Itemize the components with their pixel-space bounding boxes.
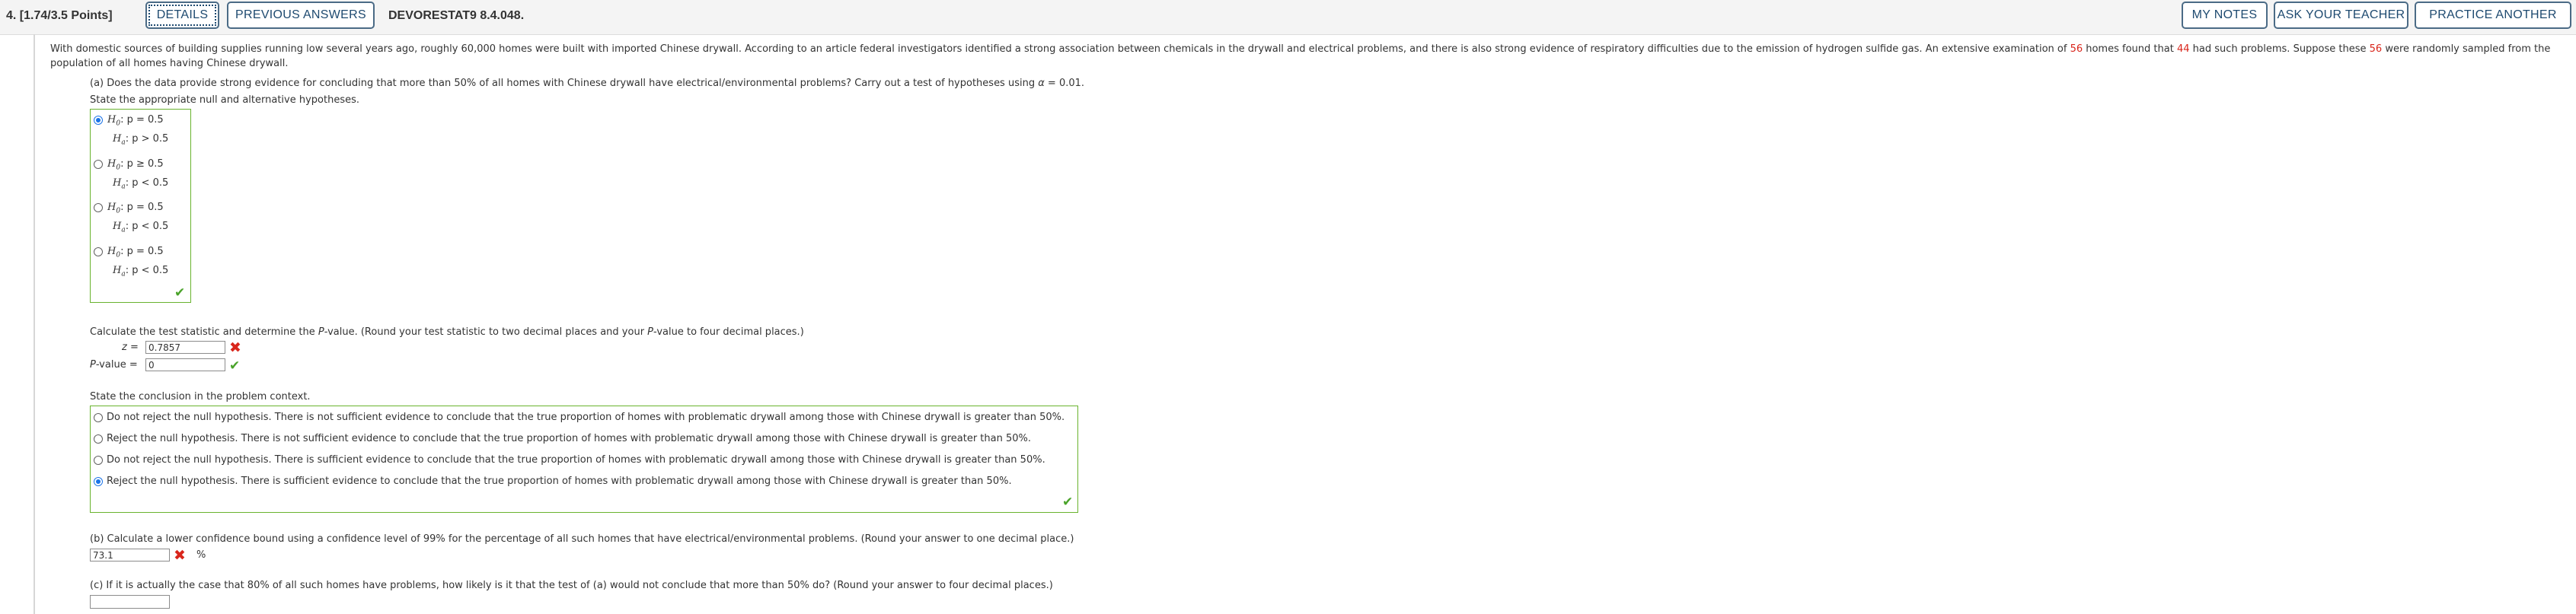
hypothesis-option-2-h0: H0: p ≥ 0.5 bbox=[107, 158, 164, 172]
hypothesis-option-1-ha: Ha: p > 0.5 bbox=[113, 133, 169, 147]
z-incorrect-icon: ✖ bbox=[229, 339, 241, 356]
z-statistic-input[interactable] bbox=[145, 341, 225, 354]
z-label: z = bbox=[122, 342, 139, 353]
hypothesis-option-1-radio[interactable] bbox=[94, 116, 103, 125]
calc-prompt: Calculate the test statistic and determi… bbox=[90, 326, 804, 338]
p-value-input[interactable] bbox=[145, 358, 225, 371]
conclusion-correct-icon: ✔ bbox=[1062, 495, 1074, 510]
details-button[interactable]: DETAILS bbox=[145, 2, 219, 29]
hypothesis-option-2-ha: Ha: p < 0.5 bbox=[113, 177, 169, 191]
p-value-correct-icon: ✔ bbox=[229, 358, 241, 374]
my-notes-button[interactable]: MY NOTES bbox=[2182, 2, 2268, 29]
hypothesis-option-3-radio[interactable] bbox=[94, 203, 103, 212]
conclusion-option-4-radio[interactable] bbox=[94, 477, 103, 486]
state-hypotheses-prompt: State the appropriate null and alternati… bbox=[90, 94, 359, 106]
intro-text-line2: population of all homes having Chinese d… bbox=[50, 58, 289, 69]
conclusion-option-3-text: Do not reject the null hypothesis. There… bbox=[107, 454, 1045, 466]
intro-text: With domestic sources of building suppli… bbox=[50, 43, 2551, 55]
question-header: 4. [1.74/3.5 Points] DETAILS PREVIOUS AN… bbox=[0, 0, 2576, 35]
part-b-input[interactable] bbox=[90, 549, 170, 562]
part-b-question: (b) Calculate a lower confidence bound u… bbox=[90, 533, 1074, 545]
p-value-label: P-value = bbox=[90, 359, 138, 371]
conclusion-option-1-radio[interactable] bbox=[94, 413, 103, 422]
ask-your-teacher-button[interactable]: ASK YOUR TEACHER bbox=[2274, 2, 2408, 29]
hypothesis-option-4-radio[interactable] bbox=[94, 247, 103, 256]
conclusion-option-1-text: Do not reject the null hypothesis. There… bbox=[107, 412, 1065, 423]
part-c-input[interactable] bbox=[90, 595, 170, 609]
question-code: DEVORESTAT9 8.4.048. bbox=[388, 9, 525, 22]
conclusion-prompt: State the conclusion in the problem cont… bbox=[90, 391, 311, 402]
hypotheses-correct-icon: ✔ bbox=[174, 285, 186, 301]
conclusion-option-4-text: Reject the null hypothesis. There is suf… bbox=[107, 476, 1012, 487]
part-c-question: (c) If it is actually the case that 80% … bbox=[90, 580, 1053, 591]
hypothesis-option-1-h0: H0: p = 0.5 bbox=[107, 114, 164, 128]
hypothesis-option-3-ha: Ha: p < 0.5 bbox=[113, 221, 169, 234]
part-b-incorrect-icon: ✖ bbox=[174, 547, 186, 564]
practice-another-button[interactable]: PRACTICE ANOTHER bbox=[2415, 2, 2571, 29]
previous-answers-button[interactable]: PREVIOUS ANSWERS bbox=[227, 2, 375, 29]
conclusion-option-3-radio[interactable] bbox=[94, 456, 103, 465]
hypothesis-option-4-ha: Ha: p < 0.5 bbox=[113, 265, 169, 278]
conclusion-option-2-text: Reject the null hypothesis. There is not… bbox=[107, 433, 1031, 444]
part-a-question: (a) Does the data provide strong evidenc… bbox=[90, 78, 1085, 89]
conclusion-option-2-radio[interactable] bbox=[94, 434, 103, 444]
question-points: 4. [1.74/3.5 Points] bbox=[6, 9, 113, 22]
question-content bbox=[34, 34, 2576, 614]
hypothesis-option-3-h0: H0: p = 0.5 bbox=[107, 202, 164, 215]
hypothesis-option-4-h0: H0: p = 0.5 bbox=[107, 246, 164, 259]
part-b-unit: % bbox=[196, 549, 206, 561]
hypothesis-option-2-radio[interactable] bbox=[94, 160, 103, 169]
